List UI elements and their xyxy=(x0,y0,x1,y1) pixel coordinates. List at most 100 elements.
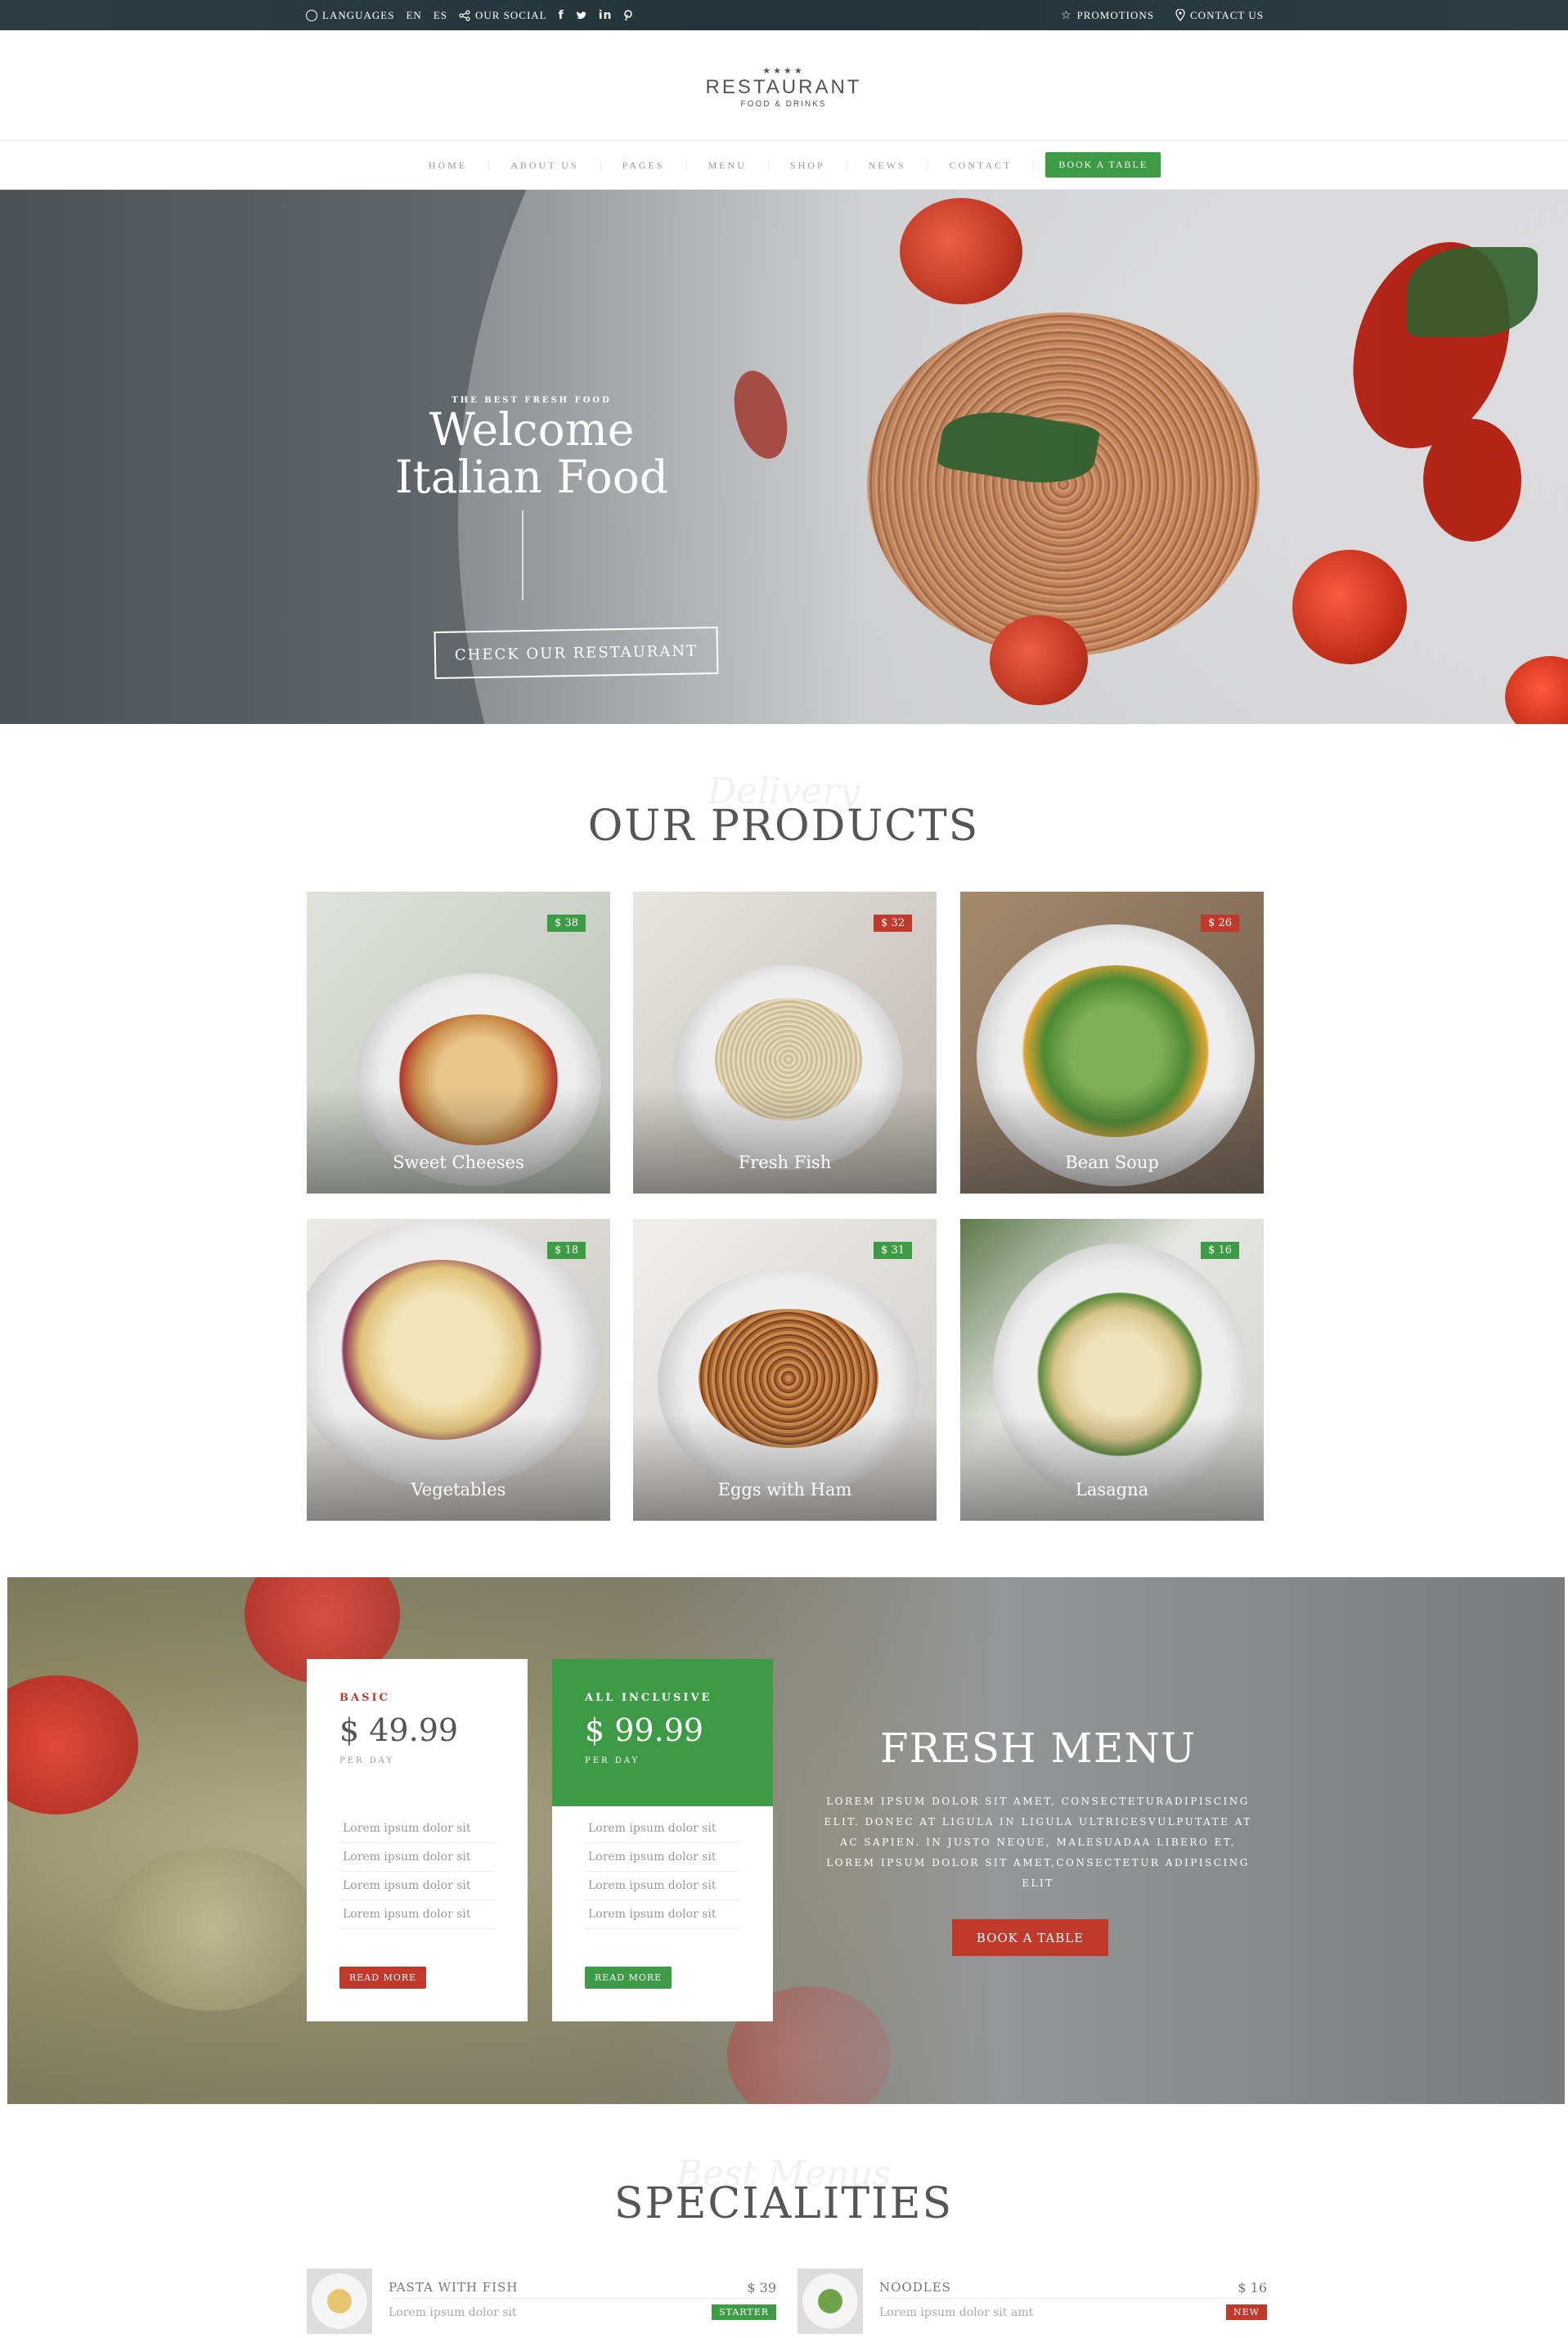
languages-menu[interactable]: LANGUAGES xyxy=(306,9,394,22)
nav-about-us[interactable]: ABOUT US xyxy=(489,159,601,171)
dish-image xyxy=(312,2273,367,2329)
product-name: Bean Soup xyxy=(1065,1153,1159,1172)
price-badge: $ 18 xyxy=(547,1242,586,1259)
plan-feature: Lorem ipsum dolor sit xyxy=(339,1814,495,1843)
plan-feature: Lorem ipsum dolor sit xyxy=(585,1843,740,1872)
plan-features: Lorem ipsum dolor sit Lorem ipsum dolor … xyxy=(307,1814,528,1929)
twitter-icon[interactable] xyxy=(576,11,587,20)
product-card[interactable]: $ 26 Bean Soup xyxy=(960,892,1264,1194)
speciality-thumbnail xyxy=(307,2268,372,2334)
price-badge: $ 26 xyxy=(1201,915,1239,932)
plan-feature: Lorem ipsum dolor sit xyxy=(585,1900,740,1929)
nav-news[interactable]: NEWS xyxy=(847,159,928,171)
product-card[interactable]: $ 16 Lasagna xyxy=(960,1219,1264,1521)
hero-title-line1: Welcome xyxy=(429,403,635,456)
speciality-price: $ 39 xyxy=(747,2280,776,2295)
speciality-thumbnail xyxy=(797,2268,863,2334)
product-name: Fresh Fish xyxy=(738,1153,832,1172)
product-name: Lasagna xyxy=(1075,1480,1149,1499)
contact-link[interactable]: CONTACT US xyxy=(1175,9,1264,22)
speciality-description: Lorem ipsum dolor sit amt xyxy=(879,2306,1034,2319)
speciality-tag: NEW xyxy=(1226,2304,1267,2320)
product-name: Sweet Cheeses xyxy=(393,1153,524,1172)
product-food xyxy=(339,1260,544,1440)
promotions-link[interactable]: ☆ PROMOTIONS xyxy=(1061,9,1154,22)
hero-title: Welcome Italian Food xyxy=(360,406,703,501)
plan-feature: Lorem ipsum dolor sit xyxy=(585,1814,740,1843)
main-nav: HOME ABOUT US PAGES MENU SHOP NEWS CONTA… xyxy=(0,141,1568,190)
check-restaurant-button[interactable]: CHECK OUR RESTAURANT xyxy=(434,626,719,680)
plan-features: Lorem ipsum dolor sit Lorem ipsum dolor … xyxy=(552,1814,773,1929)
lang-es-link[interactable]: ES xyxy=(434,9,447,22)
speciality-item[interactable]: PASTA WITH FISH $ 39 Lorem ipsum dolor s… xyxy=(307,2268,776,2334)
product-gradient xyxy=(960,1414,1264,1521)
product-gradient xyxy=(633,1087,937,1194)
nav-pages[interactable]: PAGES xyxy=(601,159,687,171)
hero-banner: THE BEST FRESH FOOD Welcome Italian Food… xyxy=(0,190,1568,724)
star-icon: ☆ xyxy=(1060,8,1072,22)
location-pin-icon xyxy=(1175,9,1185,21)
product-gradient xyxy=(307,1087,610,1194)
read-more-button[interactable]: READ MORE xyxy=(585,1967,672,1989)
plan-feature: Lorem ipsum dolor sit xyxy=(339,1900,495,1929)
nav-book-table-button[interactable]: BOOK A TABLE xyxy=(1045,152,1161,178)
pricing-card-all-inclusive: ALL INCLUSIVE $ 99.99 PER DAY Lorem ipsu… xyxy=(552,1659,773,2021)
product-card[interactable]: $ 18 Vegetables xyxy=(307,1219,610,1521)
product-card[interactable]: $ 32 Fresh Fish xyxy=(633,892,937,1194)
speciality-price: $ 16 xyxy=(1238,2280,1267,2295)
social-menu[interactable]: OUR SOCIAL xyxy=(459,9,547,22)
fresh-menu-overlay xyxy=(7,1577,1565,2104)
logo[interactable]: ★★★★ RESTAURANT FOOD & DRINKS xyxy=(702,66,865,110)
price-badge: $ 31 xyxy=(874,1242,912,1259)
speciality-item[interactable]: NOODLES $ 16 Lorem ipsum dolor sit amt N… xyxy=(797,2268,1267,2334)
speciality-name: NOODLES xyxy=(879,2280,951,2295)
plan-period: PER DAY xyxy=(585,1756,640,1765)
product-gradient xyxy=(960,1087,1264,1194)
social-label: OUR SOCIAL xyxy=(474,8,547,21)
top-bar: LANGUAGES EN ES OUR SOCIAL f in ☆ PROMOT… xyxy=(0,0,1568,30)
plan-feature: Lorem ipsum dolor sit xyxy=(339,1872,495,1900)
fresh-menu-title: FRESH MENU xyxy=(879,1724,1197,1772)
product-name: Eggs with Ham xyxy=(717,1480,852,1499)
globe-icon xyxy=(306,9,317,21)
plan-price: $ 49.99 xyxy=(339,1712,459,1748)
logo-stars: ★★★★ xyxy=(762,65,805,76)
product-card[interactable]: $ 38 Sweet Cheeses xyxy=(307,892,610,1194)
price-badge: $ 38 xyxy=(547,915,586,932)
logo-tagline: FOOD & DRINKS xyxy=(740,100,827,109)
promotions-label: PROMOTIONS xyxy=(1076,8,1155,21)
hero-title-line2: Italian Food xyxy=(394,451,669,503)
nav-contact[interactable]: CONTACT xyxy=(928,159,1035,171)
speciality-description: Lorem ipsum dolor sit xyxy=(389,2306,517,2319)
plan-feature: Lorem ipsum dolor sit xyxy=(585,1872,740,1900)
dish-image xyxy=(802,2273,858,2329)
pricing-card-header: ALL INCLUSIVE $ 99.99 PER DAY xyxy=(552,1659,773,1806)
read-more-button[interactable]: READ MORE xyxy=(339,1967,427,1989)
product-name: Vegetables xyxy=(411,1480,506,1499)
product-gradient xyxy=(307,1414,610,1521)
linkedin-icon[interactable]: in xyxy=(599,9,613,22)
pinterest-icon[interactable] xyxy=(623,9,633,21)
hero-divider xyxy=(522,510,523,600)
share-icon xyxy=(459,9,470,21)
hero-overlay xyxy=(0,190,1568,724)
book-table-button[interactable]: BOOK A TABLE xyxy=(952,1919,1108,1956)
plan-price: $ 99.99 xyxy=(585,1712,704,1748)
divider xyxy=(879,2298,1267,2299)
lang-en-link[interactable]: EN xyxy=(406,9,421,22)
price-badge: $ 32 xyxy=(874,915,912,932)
plan-title: ALL INCLUSIVE xyxy=(585,1692,712,1704)
pricing-card-header: BASIC $ 49.99 PER DAY xyxy=(307,1659,528,1806)
facebook-icon[interactable]: f xyxy=(559,9,564,22)
nav-home[interactable]: HOME xyxy=(407,159,490,171)
nav-menu[interactable]: MENU xyxy=(687,159,769,171)
contact-label: CONTACT US xyxy=(1190,8,1264,21)
nav-shop[interactable]: SHOP xyxy=(769,159,847,171)
logo-name: RESTAURANT xyxy=(705,76,862,98)
product-card[interactable]: $ 31 Eggs with Ham xyxy=(633,1219,937,1521)
products-title: OUR PRODUCTS xyxy=(587,802,980,851)
plan-feature: Lorem ipsum dolor sit xyxy=(339,1843,495,1872)
fresh-menu-section: BASIC $ 49.99 PER DAY Lorem ipsum dolor … xyxy=(7,1577,1565,2104)
plan-period: PER DAY xyxy=(339,1756,395,1765)
site-header: ★★★★ RESTAURANT FOOD & DRINKS xyxy=(0,30,1568,141)
